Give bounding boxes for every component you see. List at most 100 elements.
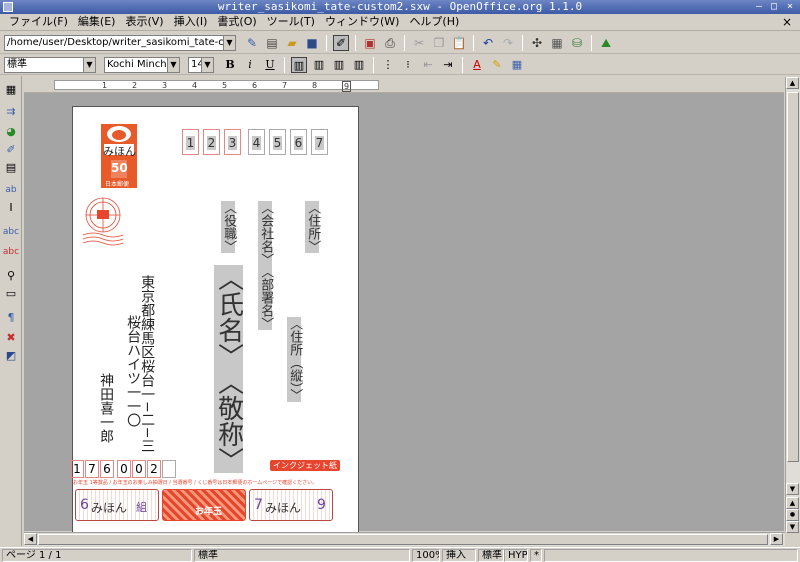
honorific-field[interactable]: 〈敬称〉 (214, 369, 244, 473)
background-color-icon[interactable]: ▦ (509, 57, 525, 73)
numbering-icon[interactable]: ⋮ (380, 57, 396, 73)
status-insert-mode[interactable]: 挿入 (442, 549, 476, 562)
show-draw-functions-icon[interactable]: ✐ (3, 142, 19, 158)
close-document-button[interactable]: × (782, 15, 792, 29)
document-area[interactable]: みほん 50 日本郵便 1 2 3 4 5 6 7 〈住所〉 〈会社名〉 〈役職… (24, 93, 784, 536)
export-pdf-icon[interactable]: ▣ (362, 35, 378, 51)
url-dropdown-icon[interactable]: ▼ (223, 35, 235, 50)
autospellcheck-icon[interactable]: ab (3, 182, 19, 198)
menu-tools[interactable]: ツール(T) (262, 14, 320, 30)
save-icon[interactable]: ■ (304, 35, 320, 51)
title-field[interactable]: 〈役職〉 (221, 201, 236, 253)
underline-button[interactable]: U (262, 57, 278, 73)
postal-code-box[interactable]: 7 (311, 129, 328, 155)
horizontal-scroll-thumb[interactable] (38, 534, 768, 545)
scroll-right-button[interactable]: ▶ (770, 533, 783, 545)
graphics-off-icon[interactable]: ✖ (3, 330, 19, 346)
postal-code-box[interactable]: 2 (203, 129, 220, 155)
status-style[interactable]: 標準 (194, 549, 410, 562)
menu-edit[interactable]: 編集(E) (73, 14, 121, 30)
font-name-select[interactable]: Kochi Mincho ▼ (104, 56, 180, 73)
previous-page-button[interactable]: ▲ (786, 497, 799, 509)
document-page[interactable]: みほん 50 日本郵便 1 2 3 4 5 6 7 〈住所〉 〈会社名〉 〈役職… (70, 106, 359, 536)
font-size-select[interactable]: 14 ▼ (188, 56, 214, 73)
postal-code-box[interactable]: 1 (182, 129, 199, 155)
font-name-dropdown-icon[interactable]: ▼ (167, 57, 179, 72)
paragraph-style-dropdown-icon[interactable]: ▼ (83, 57, 95, 72)
sender-zip-box[interactable]: 7 (85, 460, 99, 478)
status-page[interactable]: ページ 1 / 1 (2, 549, 192, 562)
highlight-icon[interactable]: ✎ (489, 57, 505, 73)
insert-object-icon[interactable]: ◕ (3, 124, 19, 140)
department-field[interactable]: 〈部署名〉 (258, 265, 273, 330)
nonprinting-chars-icon[interactable]: ¶ (3, 310, 19, 326)
cut-icon[interactable]: ✂ (411, 35, 427, 51)
url-field[interactable]: /home/user/Desktop/writer_sasikomi_tate-… (4, 34, 236, 51)
sender-zip-box[interactable]: 6 (100, 460, 114, 478)
postal-code-box[interactable]: 6 (290, 129, 307, 155)
folder-open-icon[interactable]: ▰ (284, 35, 300, 51)
scroll-down-button[interactable]: ▼ (786, 483, 799, 495)
decrease-indent-icon[interactable]: ⇤ (420, 57, 436, 73)
postal-code-box[interactable]: 3 (224, 129, 241, 155)
data-sources-panel-icon[interactable]: ▭ (3, 286, 19, 302)
postal-code-box[interactable]: 4 (248, 129, 265, 155)
vertical-scrollbar[interactable]: ▲ ▼ ▲ ● ▼ (785, 77, 800, 533)
print-icon[interactable]: ⎙ (382, 35, 398, 51)
status-zoom[interactable]: 100% (412, 549, 440, 562)
sender-zip-box[interactable]: 1 (70, 460, 84, 478)
form-functions-icon[interactable]: ▤ (3, 160, 19, 176)
company-field[interactable]: 〈会社名〉 (258, 201, 273, 266)
menu-view[interactable]: 表示(V) (120, 14, 168, 30)
bullets-icon[interactable]: ⁝ (400, 57, 416, 73)
font-size-dropdown-icon[interactable]: ▼ (201, 57, 213, 72)
address-field[interactable]: 〈住所〉 (305, 201, 320, 253)
gallery-icon[interactable]: ▦ (549, 35, 565, 51)
postal-code-box[interactable]: 5 (269, 129, 286, 155)
menu-window[interactable]: ウィンドウ(W) (320, 14, 404, 30)
insert-table-icon[interactable]: ▦ (3, 82, 19, 98)
copy-icon[interactable]: ❐ (431, 35, 447, 51)
horizontal-scrollbar[interactable]: ◀ ▶ (24, 532, 785, 546)
paste-icon[interactable]: 📋 (451, 35, 467, 51)
address-vertical-field[interactable]: 〈住所（縦）〉 (287, 317, 302, 402)
insert-image-icon[interactable]: ⛰ (598, 35, 614, 51)
align-center-button[interactable]: ▥ (311, 57, 327, 73)
font-color-icon[interactable]: A (469, 57, 485, 73)
horizontal-ruler[interactable]: 1 2 3 4 5 6 7 8 9 (24, 77, 784, 93)
data-sources-icon[interactable]: ⛁ (569, 35, 585, 51)
auto-spellcheck-icon[interactable]: abc (3, 244, 19, 260)
redo-icon[interactable]: ↷ (500, 35, 516, 51)
align-top-button[interactable]: ▥ (291, 56, 307, 73)
open-icon[interactable]: ▤ (264, 35, 280, 51)
italic-button[interactable]: i (242, 57, 258, 73)
sender-zip-box[interactable]: 0 (117, 460, 131, 478)
insert-fields-icon[interactable]: ⇉ (3, 104, 19, 120)
align-bottom-button[interactable]: ▥ (331, 57, 347, 73)
online-layout-icon[interactable]: ◩ (3, 348, 19, 364)
status-hyperlink-mode[interactable]: HYP (504, 549, 528, 562)
increase-indent-icon[interactable]: ⇥ (440, 57, 456, 73)
undo-icon[interactable]: ↶ (480, 35, 496, 51)
bold-button[interactable]: B (222, 57, 238, 73)
navigator-icon[interactable]: ✣ (529, 35, 545, 51)
menu-help[interactable]: ヘルプ(H) (404, 14, 464, 30)
justify-button[interactable]: ▥ (351, 57, 367, 73)
sender-zip-box[interactable]: 2 (147, 460, 161, 478)
navigation-button[interactable]: ● (786, 509, 799, 521)
find-replace-icon[interactable]: ⚲ (3, 268, 19, 284)
next-page-button[interactable]: ▼ (786, 521, 799, 533)
menu-insert[interactable]: 挿入(I) (169, 14, 213, 30)
menu-format[interactable]: 書式(O) (212, 14, 261, 30)
vertical-scroll-thumb[interactable] (787, 92, 799, 462)
window-menu-icon[interactable] (3, 2, 13, 12)
minimize-button[interactable]: – (752, 1, 766, 13)
spellcheck-icon[interactable]: abc (3, 224, 19, 240)
scroll-left-button[interactable]: ◀ (24, 533, 37, 545)
text-cursor-icon[interactable]: I (3, 200, 19, 216)
edit-file-icon[interactable]: ✎ (244, 35, 260, 51)
status-selection-mode[interactable]: 標準 (478, 549, 504, 562)
menu-file[interactable]: ファイル(F) (4, 14, 73, 30)
paragraph-style-select[interactable]: 標準 ▼ (4, 56, 96, 73)
name-field[interactable]: 〈氏名〉 (214, 265, 244, 369)
